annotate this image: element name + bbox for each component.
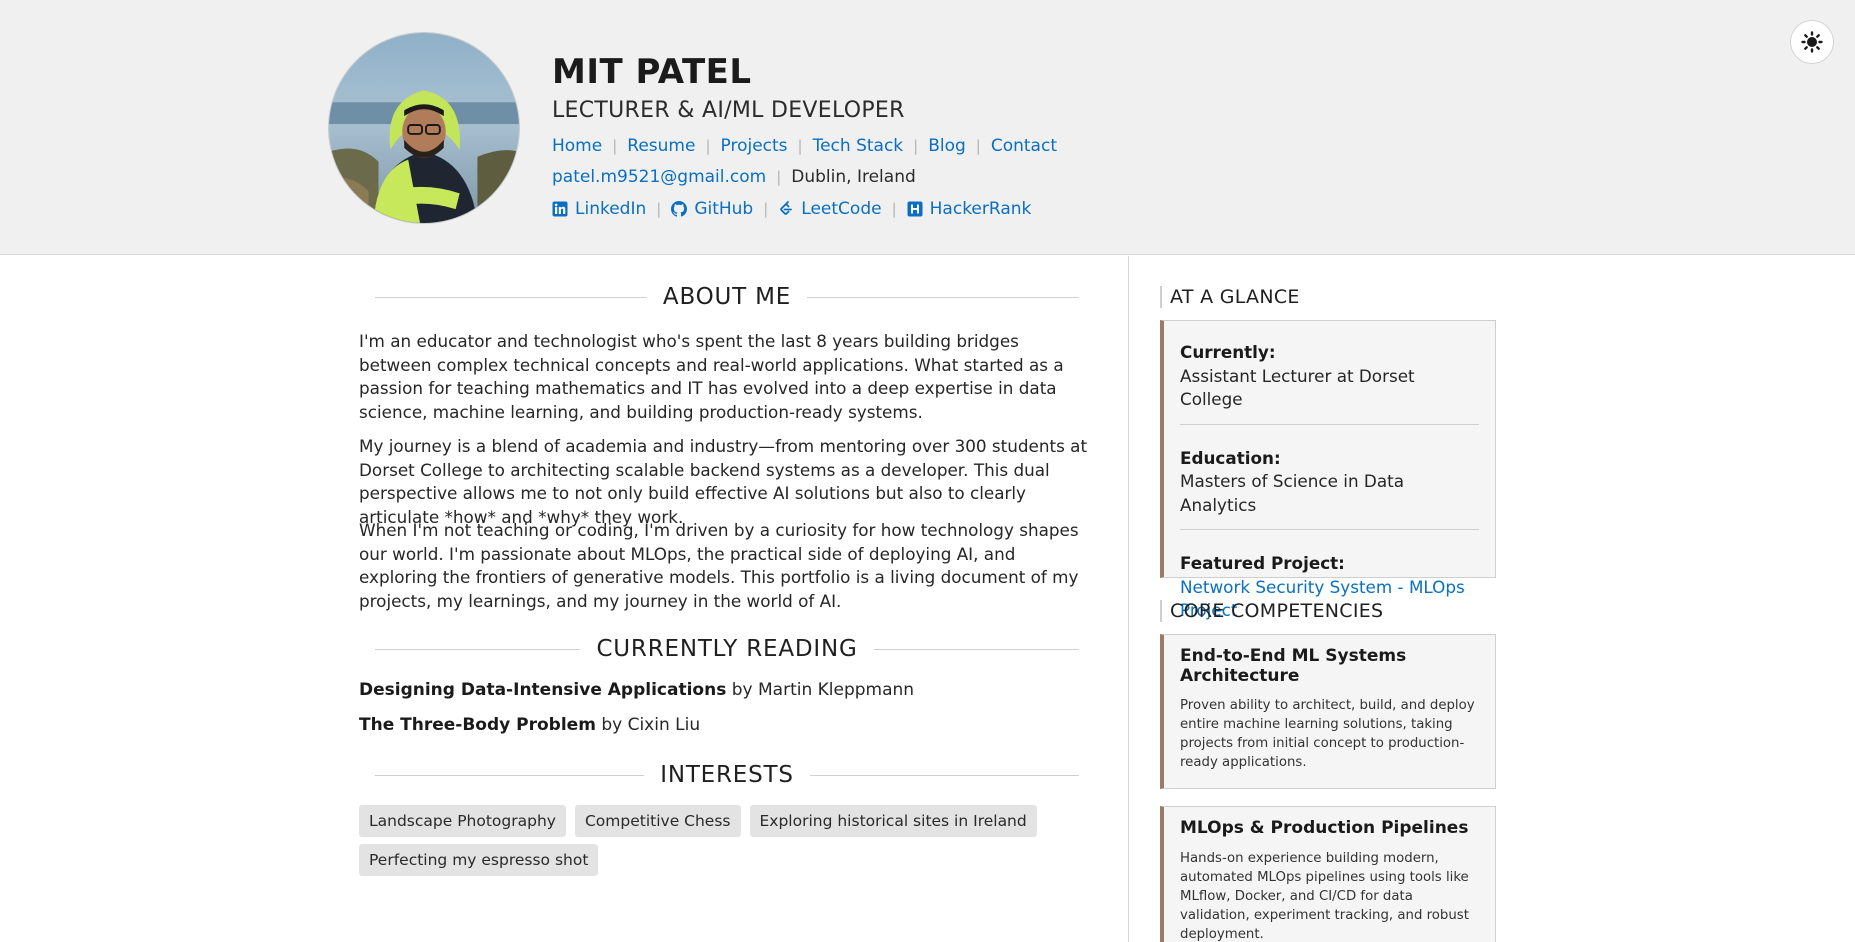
profile-name: MIT PATEL: [552, 52, 752, 92]
nav-tech-stack-link[interactable]: Tech Stack: [813, 136, 904, 156]
github-link[interactable]: GitHub: [671, 199, 753, 219]
glance-divider: [1180, 529, 1479, 530]
hackerrank-link[interactable]: HackerRank: [907, 199, 1032, 219]
social-separator: |: [763, 200, 769, 218]
nav-separator: |: [975, 137, 981, 155]
glance-value: Masters of Science in Data Analytics: [1180, 471, 1404, 515]
leetcode-link[interactable]: LeetCode: [778, 199, 882, 219]
social-separator: |: [891, 200, 897, 218]
heading-rule: [809, 774, 1080, 776]
nav-separator: |: [797, 137, 803, 155]
email-link[interactable]: patel.m9521@gmail.com: [552, 167, 766, 187]
glance-label: Featured Project:: [1180, 553, 1345, 573]
about-paragraph: I'm an educator and technologist who's s…: [359, 331, 1064, 422]
heading-rule: [375, 648, 581, 650]
book-author: by Martin Kleppmann: [731, 680, 915, 700]
interests-title: INTERESTS: [660, 762, 794, 788]
interests-heading: INTERESTS: [375, 762, 1080, 788]
social-separator: |: [656, 200, 662, 218]
nav-projects-link[interactable]: Projects: [721, 136, 788, 156]
interest-tag: Competitive Chess: [574, 805, 741, 837]
github-label: GitHub: [694, 199, 754, 219]
contact-separator: |: [776, 168, 782, 186]
about-title: ABOUT ME: [662, 284, 792, 310]
interest-tag: Exploring historical sites in Ireland: [749, 805, 1037, 837]
linkedin-link[interactable]: LinkedIn: [552, 199, 646, 219]
nav-separator: |: [612, 137, 618, 155]
hackerrank-label: HackerRank: [929, 199, 1032, 219]
nav-separator: |: [913, 137, 919, 155]
book-author: by Cixin Liu: [601, 715, 701, 735]
heading-rule: [807, 296, 1079, 298]
theme-toggle-button[interactable]: [1790, 20, 1834, 64]
linkedin-icon: [552, 201, 568, 217]
github-icon: [671, 201, 688, 217]
reading-heading: CURRENTLY READING: [375, 636, 1080, 662]
column-divider: [1128, 256, 1129, 942]
glance-education: Education: Masters of Science in Data An…: [1180, 447, 1479, 518]
heading-rule: [873, 648, 1080, 650]
competency-card: End-to-End ML Systems Architecture Prove…: [1160, 634, 1496, 789]
about-paragraph: When I'm not teaching or coding, I'm dri…: [359, 520, 1079, 611]
linkedin-label: LinkedIn: [575, 199, 647, 219]
about-paragraph: My journey is a blend of academia and in…: [359, 436, 1088, 527]
book-item: The Three-Body Problem by Cixin Liu: [359, 715, 700, 735]
glance-currently: Currently: Assistant Lecturer at Dorset …: [1180, 341, 1479, 412]
hackerrank-icon: [907, 201, 923, 217]
nav-resume-link[interactable]: Resume: [627, 136, 695, 156]
location-text: Dublin, Ireland: [791, 167, 916, 187]
competencies-heading: CORE COMPETENCIES: [1160, 600, 1383, 622]
competency-title: MLOps & Production Pipelines: [1180, 818, 1469, 838]
heading-rule: [375, 774, 645, 776]
profile-header: MIT PATEL LECTURER & AI/ML DEVELOPER Hom…: [0, 0, 1855, 255]
competency-card: MLOps & Production Pipelines Hands-on ex…: [1160, 806, 1496, 942]
profile-role: LECTURER & AI/ML DEVELOPER: [552, 98, 905, 123]
competency-title: End-to-End ML Systems Architecture: [1180, 646, 1407, 686]
nav-contact-link[interactable]: Contact: [991, 136, 1057, 156]
glance-label: Currently:: [1180, 342, 1276, 362]
heading-rule: [375, 296, 647, 298]
profile-photo: [328, 32, 520, 224]
book-title: Designing Data-Intensive Applications: [359, 680, 727, 700]
competency-description: Proven ability to architect, build, and …: [1180, 698, 1475, 770]
about-heading: ABOUT ME: [375, 284, 1079, 310]
contact-info: patel.m9521@gmail.com | Dublin, Ireland: [552, 167, 916, 187]
leetcode-icon: [780, 201, 793, 215]
book-title: The Three-Body Problem: [359, 715, 596, 735]
book-item: Designing Data-Intensive Applications by…: [359, 680, 914, 700]
glance-divider: [1180, 423, 1479, 425]
social-links: LinkedIn | GitHub | LeetCode | HackerRan…: [552, 199, 1031, 219]
nav-home-link[interactable]: Home: [552, 136, 602, 156]
main-nav: Home | Resume | Projects | Tech Stack | …: [552, 136, 1057, 156]
competency-description: Hands-on experience building modern, aut…: [1180, 850, 1469, 942]
glance-value: Assistant Lecturer at Dorset College: [1180, 365, 1415, 410]
interest-tag: Landscape Photography: [359, 805, 566, 837]
nav-blog-link[interactable]: Blog: [928, 136, 966, 156]
sun-icon: [1801, 31, 1823, 53]
glance-card: Currently: Assistant Lecturer at Dorset …: [1160, 320, 1496, 620]
reading-title: CURRENTLY READING: [596, 636, 858, 662]
leetcode-label: LeetCode: [801, 199, 882, 219]
glance-heading: AT A GLANCE: [1160, 286, 1300, 308]
interest-tags: Landscape Photography Competitive Chess …: [359, 805, 1079, 876]
glance-label: Education:: [1180, 447, 1281, 468]
nav-separator: |: [705, 137, 711, 155]
interest-tag: Perfecting my espresso shot: [359, 844, 599, 876]
